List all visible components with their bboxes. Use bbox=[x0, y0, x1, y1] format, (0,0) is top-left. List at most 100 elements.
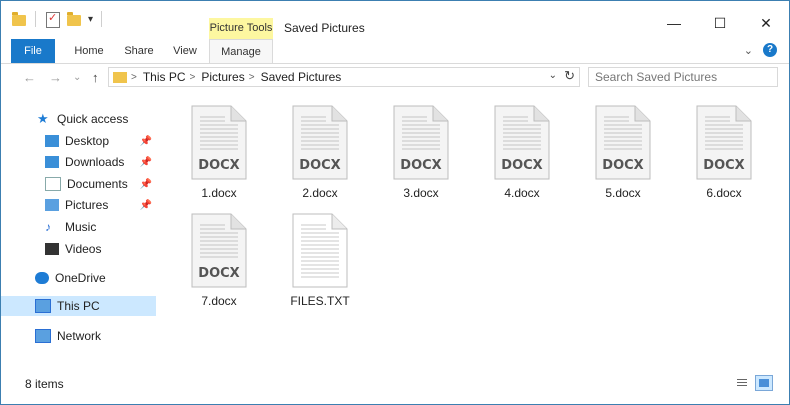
sidebar-item-label: Downloads bbox=[65, 155, 125, 169]
pictures-icon bbox=[45, 199, 59, 211]
address-dropdown-icon[interactable]: ⌄ bbox=[549, 70, 557, 81]
sidebar-item-onedrive[interactable]: OneDrive bbox=[1, 268, 156, 288]
file-item[interactable]: DOCX 5.docx bbox=[578, 97, 668, 201]
navigation-bar: ← → ⌄ ↑ > This PC > Pictures > Saved Pic… bbox=[1, 64, 789, 90]
details-view-button[interactable] bbox=[733, 375, 751, 391]
breadcrumb-saved-pictures[interactable]: Saved Pictures bbox=[261, 70, 342, 84]
file-item[interactable]: DOCX 4.docx bbox=[477, 97, 567, 201]
tab-home[interactable]: Home bbox=[67, 39, 111, 63]
file-item[interactable]: DOCX 2.docx bbox=[275, 97, 365, 201]
minimize-button[interactable]: — bbox=[651, 9, 697, 37]
sidebar-item-documents[interactable]: Documents 📌 bbox=[1, 174, 156, 194]
help-icon[interactable]: ? bbox=[763, 43, 777, 57]
toolbar-divider bbox=[101, 11, 103, 27]
details-view-icon bbox=[737, 379, 747, 387]
back-arrow-icon[interactable]: ← bbox=[23, 70, 36, 85]
desktop-icon bbox=[45, 135, 59, 147]
file-name: 5.docx bbox=[605, 186, 641, 200]
sidebar-item-label: Desktop bbox=[65, 134, 110, 148]
sidebar-item-this-pc[interactable]: This PC bbox=[1, 296, 156, 316]
docx-file-icon: DOCX bbox=[696, 105, 752, 180]
tab-manage[interactable]: Manage bbox=[209, 39, 273, 63]
window-title: Saved Pictures bbox=[284, 21, 365, 35]
recent-locations-dropdown[interactable]: ⌄ bbox=[73, 72, 81, 83]
text-file-icon bbox=[292, 213, 348, 288]
large-icons-view-icon bbox=[759, 379, 769, 387]
file-item[interactable]: DOCX 7.docx bbox=[174, 205, 264, 309]
maximize-button[interactable]: ☐ bbox=[697, 9, 743, 37]
file-item[interactable]: DOCX 6.docx bbox=[679, 97, 769, 201]
refresh-icon[interactable]: ↻ bbox=[564, 68, 575, 84]
up-arrow-icon[interactable]: ↑ bbox=[92, 70, 99, 85]
sidebar-item-label: Music bbox=[65, 220, 97, 234]
breadcrumb-separator[interactable]: > bbox=[190, 72, 196, 83]
forward-arrow-icon[interactable]: → bbox=[49, 70, 62, 85]
file-type-badge: DOCX bbox=[400, 158, 441, 173]
sidebar-item-videos[interactable]: Videos bbox=[1, 239, 156, 259]
file-type-badge: DOCX bbox=[198, 266, 239, 281]
sidebar-item-label: Quick access bbox=[57, 112, 129, 126]
ribbon-controls: ⌄ ? bbox=[744, 43, 777, 57]
sidebar-item-label: Documents bbox=[67, 177, 128, 191]
large-icons-view-button[interactable] bbox=[755, 375, 773, 391]
customize-toolbar-dropdown[interactable]: ▾ bbox=[88, 14, 93, 25]
expand-ribbon-icon[interactable]: ⌄ bbox=[744, 44, 753, 57]
file-type-badge: DOCX bbox=[602, 158, 643, 173]
pin-icon[interactable]: 📌 bbox=[140, 157, 152, 168]
file-item[interactable]: FILES.TXT bbox=[275, 205, 365, 309]
sidebar-item-label: Videos bbox=[65, 242, 102, 256]
ribbon-tabs: File Home Share View Manage ⌄ ? bbox=[1, 39, 789, 64]
folder-icon bbox=[11, 11, 27, 27]
file-name: 1.docx bbox=[201, 186, 237, 200]
sidebar-item-desktop[interactable]: Desktop 📌 bbox=[1, 131, 156, 151]
file-list: DOCX 1.docx DOCX 2.docx DOCX 3.docx DOCX… bbox=[171, 97, 781, 377]
docx-file-icon: DOCX bbox=[595, 105, 651, 180]
picture-tools-label: Picture Tools bbox=[209, 18, 273, 39]
sidebar-item-label: Network bbox=[57, 329, 102, 343]
sidebar-item-pictures[interactable]: Pictures 📌 bbox=[1, 195, 156, 215]
folder-icon bbox=[113, 71, 127, 83]
file-item[interactable]: DOCX 1.docx bbox=[174, 97, 264, 201]
pin-icon[interactable]: 📌 bbox=[140, 136, 152, 147]
docx-file-icon: DOCX bbox=[292, 105, 348, 180]
tab-view[interactable]: View bbox=[168, 39, 202, 63]
file-name: 2.docx bbox=[302, 186, 338, 200]
pin-icon[interactable]: 📌 bbox=[140, 200, 152, 211]
file-name: 6.docx bbox=[706, 186, 742, 200]
file-type-badge: DOCX bbox=[198, 158, 239, 173]
sidebar-item-label: OneDrive bbox=[55, 271, 106, 285]
file-type-badge: DOCX bbox=[299, 158, 340, 173]
tab-file[interactable]: File bbox=[11, 39, 55, 63]
pin-icon[interactable]: 📌 bbox=[140, 179, 152, 190]
breadcrumb-separator[interactable]: > bbox=[249, 72, 255, 83]
docx-file-icon: DOCX bbox=[191, 105, 247, 180]
breadcrumb-this-pc[interactable]: This PC bbox=[143, 70, 186, 84]
docx-file-icon: DOCX bbox=[191, 213, 247, 288]
breadcrumb-pictures[interactable]: Pictures bbox=[201, 70, 244, 84]
file-explorer-window: ▾ Picture Tools Saved Pictures — ☐ ✕ Fil… bbox=[0, 0, 790, 405]
sidebar-item-downloads[interactable]: Downloads 📌 bbox=[1, 152, 156, 172]
breadcrumb-separator[interactable]: > bbox=[131, 72, 137, 83]
tab-share[interactable]: Share bbox=[119, 39, 159, 63]
documents-icon bbox=[45, 177, 61, 191]
videos-icon bbox=[45, 243, 59, 255]
file-name: FILES.TXT bbox=[290, 294, 350, 308]
quick-access-toolbar: ▾ bbox=[11, 11, 104, 28]
sidebar-item-network[interactable]: Network bbox=[1, 326, 156, 346]
file-item[interactable]: DOCX 3.docx bbox=[376, 97, 466, 201]
this-pc-icon bbox=[35, 299, 51, 313]
search-input[interactable]: Search Saved Pictures bbox=[588, 67, 778, 87]
close-button[interactable]: ✕ bbox=[743, 9, 789, 37]
sidebar-item-music[interactable]: ♪ Music bbox=[1, 217, 156, 237]
file-name: 4.docx bbox=[504, 186, 540, 200]
star-icon: ★ bbox=[37, 111, 49, 126]
item-count: 8 items bbox=[25, 377, 64, 391]
network-icon bbox=[35, 329, 51, 343]
file-type-badge: DOCX bbox=[501, 158, 542, 173]
sidebar-item-quick-access[interactable]: ★ Quick access bbox=[1, 109, 156, 129]
new-folder-icon[interactable] bbox=[66, 11, 82, 27]
sidebar-item-label: Pictures bbox=[65, 198, 109, 212]
address-bar[interactable]: > This PC > Pictures > Saved Pictures ⌄ … bbox=[108, 67, 580, 87]
view-switcher bbox=[733, 375, 773, 391]
properties-icon[interactable] bbox=[44, 11, 60, 28]
